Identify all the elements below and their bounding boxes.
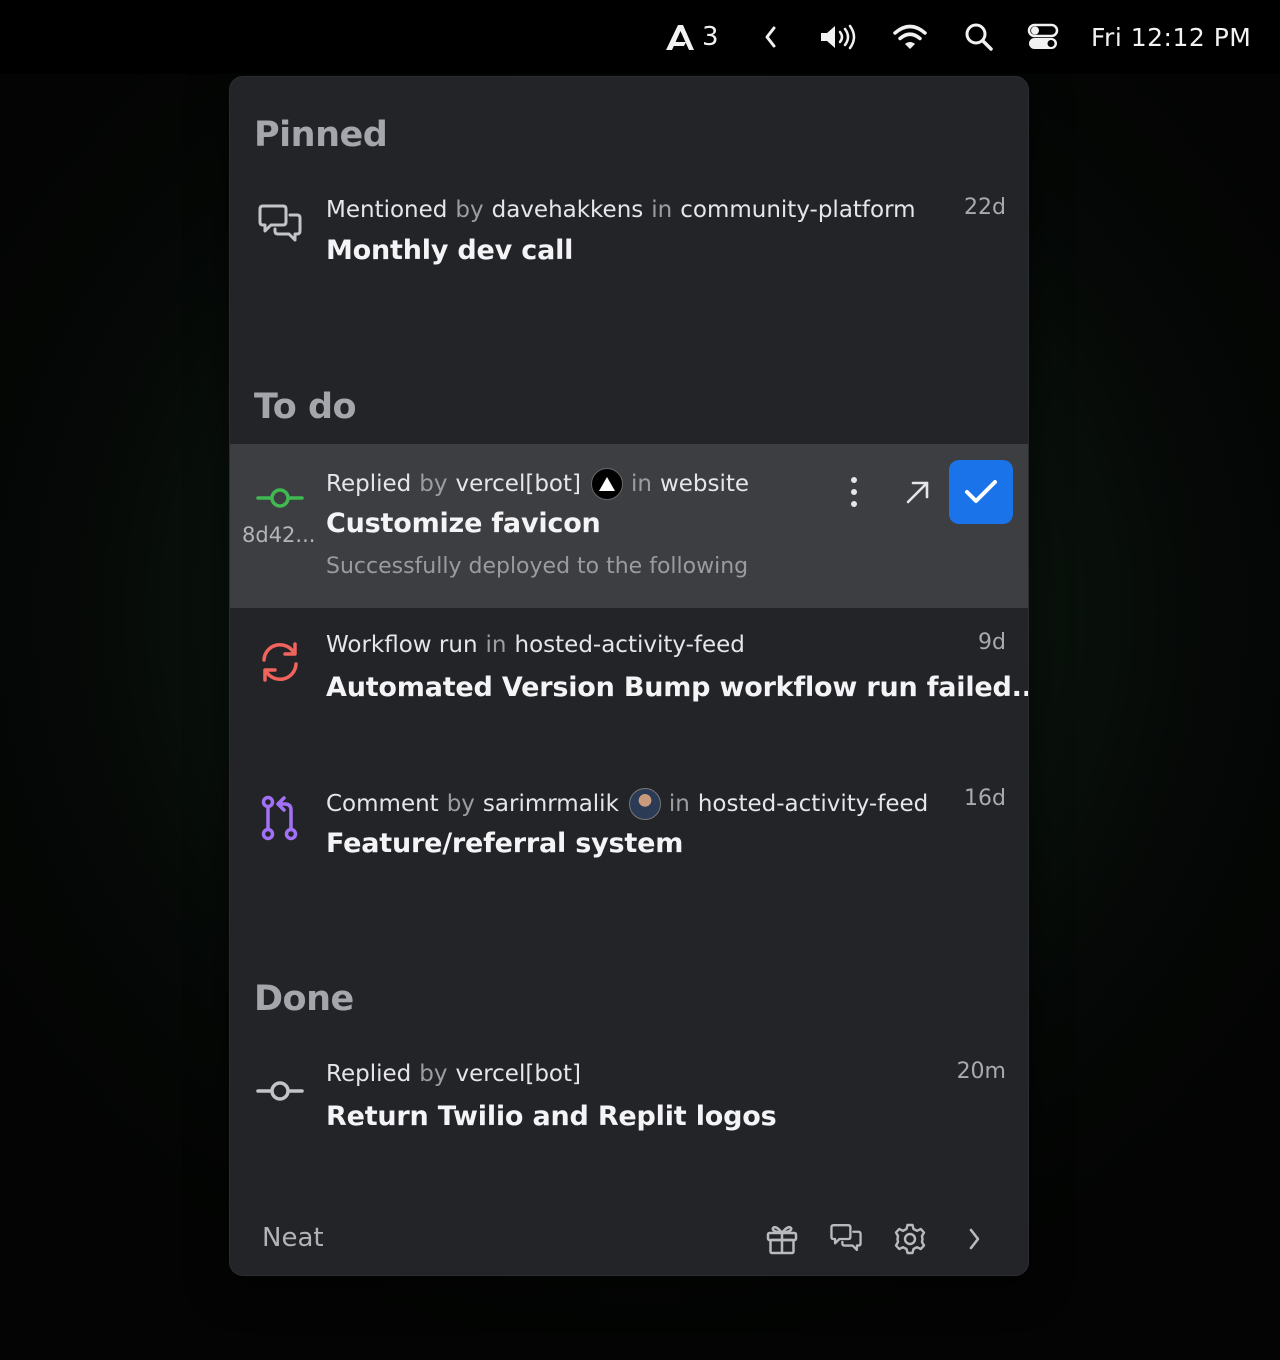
menu-bar: 3 Fri 12:12 PM [0,0,1280,74]
mark-done-button[interactable] [949,460,1013,524]
notification-age: 9d [978,630,1006,655]
notification-repo[interactable]: hosted-activity-feed [698,791,928,817]
notification-meta: Replied by vercel[bot] [326,1061,581,1087]
search-icon[interactable] [964,0,994,74]
commit-sha: 8d42... [242,523,316,547]
notification-meta: Comment by sarimrmalik in hosted-activit… [326,788,928,820]
notification-user[interactable]: davehakkens [492,197,644,223]
pull-request-icon [254,792,306,844]
notification-reason: Replied [326,471,412,497]
notification-meta: Mentioned by davehakkens in community-pl… [326,197,916,223]
notification-meta: Replied by vercel[bot] in website [326,468,749,500]
notification-row[interactable]: Workflow run in hosted-activity-feed 9d … [230,608,1028,764]
notification-title[interactable]: Feature/referral system [326,828,683,859]
notification-row[interactable]: Mentioned by davehakkens in community-pl… [230,177,1028,337]
gift-icon[interactable] [760,1217,804,1261]
by-label: by [419,471,448,497]
notification-meta: Workflow run in hosted-activity-feed [326,632,745,658]
notification-user[interactable]: vercel[bot] [455,471,581,497]
notifications-panel: Pinned Mentioned by davehakkens in commu… [229,76,1029,1276]
notification-row-active[interactable]: 8d42... Replied by vercel[bot] in websit… [230,444,1028,608]
vercel-avatar [591,468,623,500]
notification-reason: Mentioned [326,197,448,223]
discussion-icon [254,199,306,251]
notification-reason: Workflow run [326,632,478,658]
menu-bar-clock[interactable]: Fri 12:12 PM [1091,0,1251,74]
open-external-icon[interactable] [898,472,938,512]
notification-repo[interactable]: hosted-activity-feed [515,632,745,658]
in-label: in [651,197,673,223]
user-avatar [628,788,661,820]
volume-icon[interactable] [818,0,858,74]
chevron-left-icon[interactable] [762,0,780,74]
checkmark-icon [965,480,997,503]
control-center-icon[interactable] [1027,0,1059,74]
in-label: in [631,471,652,497]
notification-age: 16d [964,786,1006,811]
notification-row[interactable]: Replied by vercel[bot] 20m Return Twilio… [230,1037,1028,1187]
commit-icon [254,1065,306,1117]
panel-footer: Neat [230,1205,1028,1275]
notification-body: Successfully deployed to the following [326,554,749,579]
workflow-sync-icon [254,636,306,688]
app-status-item[interactable]: 3 [664,0,719,74]
notification-title[interactable]: Monthly dev call [326,235,573,266]
notification-age: 20m [956,1059,1006,1084]
more-options-icon[interactable] [834,472,874,512]
section-title-pinned: Pinned [254,115,388,155]
notification-title[interactable]: Return Twilio and Replit logos [326,1101,777,1132]
commit-icon [254,472,306,524]
section-title-done: Done [254,979,354,1019]
by-label: by [419,1061,448,1087]
notification-reason: Comment [326,791,439,817]
notification-repo[interactable]: community-platform [680,197,915,223]
feedback-icon[interactable] [824,1217,868,1261]
notification-age: 22d [964,195,1006,220]
chevron-right-icon[interactable] [952,1217,996,1261]
app-count: 3 [702,22,719,52]
notification-title[interactable]: Customize favicon [326,508,601,539]
settings-icon[interactable] [888,1217,932,1261]
in-label: in [485,632,507,658]
by-label: by [446,791,475,817]
wifi-icon[interactable] [892,0,928,74]
notification-user[interactable]: vercel[bot] [455,1061,581,1087]
by-label: by [455,197,484,223]
in-label: in [668,791,690,817]
app-brand: Neat [262,1223,324,1253]
notification-row[interactable]: Comment by sarimrmalik in hosted-activit… [230,764,1028,924]
notification-repo[interactable]: website [660,471,749,497]
notification-title[interactable]: Automated Version Bump workflow run fail… [326,672,1028,703]
notification-user[interactable]: sarimrmalik [483,791,619,817]
section-title-todo: To do [254,387,357,427]
notification-reason: Replied [326,1061,412,1087]
app-logo-icon [666,25,694,50]
